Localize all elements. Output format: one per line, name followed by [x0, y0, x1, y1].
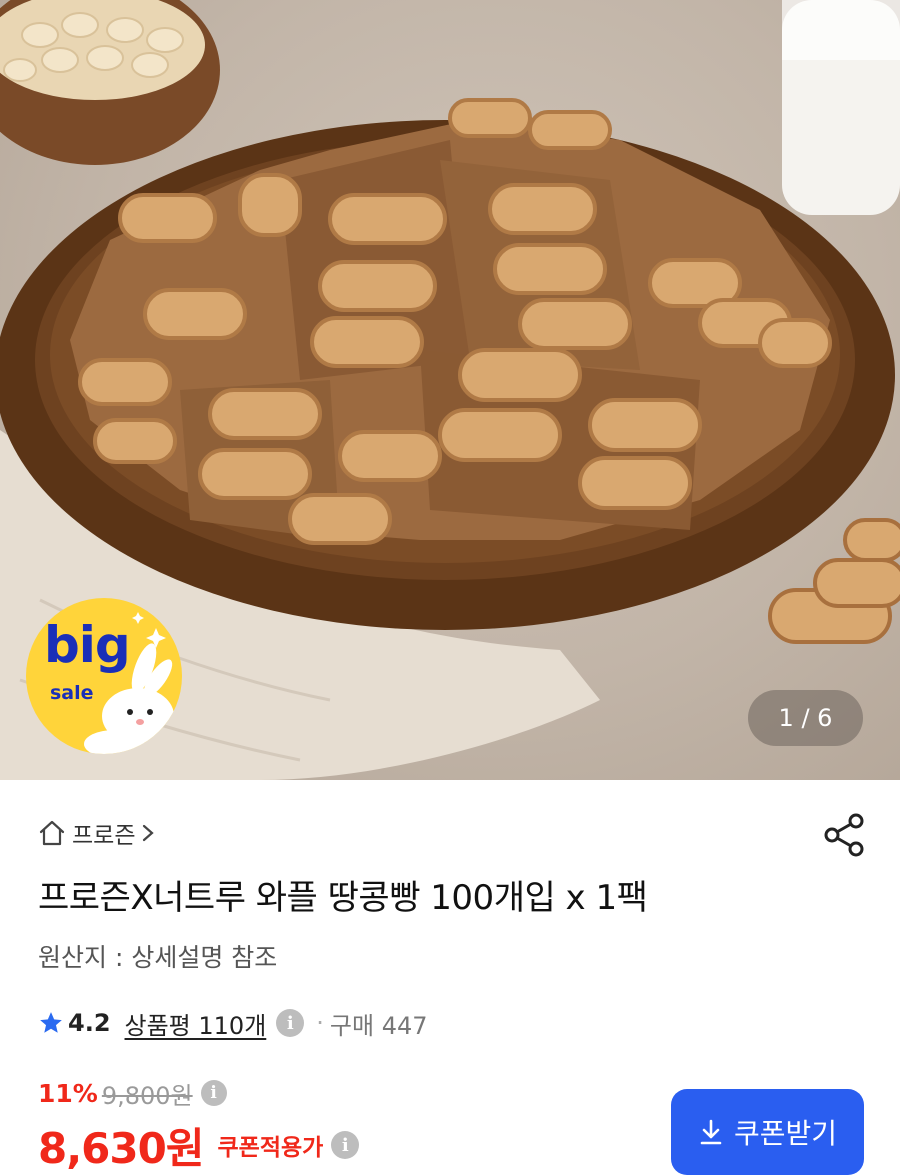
star-icon — [40, 1012, 62, 1033]
coupon-price-label: 쿠폰적용가 — [217, 1135, 324, 1161]
brand-name: 프로즌 — [72, 823, 136, 849]
price-info-icon[interactable]: i — [200, 1080, 227, 1106]
rating-score: 4.2 — [68, 1009, 111, 1037]
final-price: 8,630원 — [38, 1123, 204, 1173]
product-title: 프로즌X너트루 와플 땅콩빵 100개입 x 1팩 — [38, 878, 648, 918]
home-icon — [39, 820, 65, 846]
chevron-right-icon — [143, 824, 155, 842]
rating-row: 4.2 상품평 110개 i · 구매 447 — [38, 1004, 428, 1042]
review-count-link[interactable]: 상품평 110개 — [125, 1006, 267, 1041]
discount-rate: 11% — [38, 1078, 98, 1108]
product-origin: 원산지 : 상세설명 참조 — [38, 943, 278, 972]
coupon-download-button[interactable]: 쿠폰받기 — [671, 1089, 864, 1175]
share-icon — [824, 813, 864, 857]
original-price: 9,800원 — [101, 1081, 193, 1110]
coupon-info-icon[interactable]: i — [331, 1131, 360, 1159]
purchase-count: 구매 447 — [329, 1011, 428, 1040]
share-button[interactable] — [822, 812, 868, 858]
separator-dot: · — [316, 1009, 324, 1037]
big-sale-badge: big sale — [26, 598, 182, 754]
rating-info-icon[interactable]: i — [276, 1009, 305, 1037]
rabbit-mascot-icon — [84, 612, 174, 754]
discount-row: 11% 9,800원 i — [38, 1076, 227, 1110]
product-image-carousel[interactable]: big sale 1 / 6 — [0, 0, 900, 780]
image-counter: 1 / 6 — [748, 690, 863, 746]
coupon-button-label: 쿠폰받기 — [733, 1117, 838, 1150]
brand-breadcrumb[interactable]: 프로즌 — [38, 816, 155, 850]
price-row: 8,630원 쿠폰적용가 i — [38, 1118, 360, 1173]
download-icon — [700, 1119, 722, 1145]
